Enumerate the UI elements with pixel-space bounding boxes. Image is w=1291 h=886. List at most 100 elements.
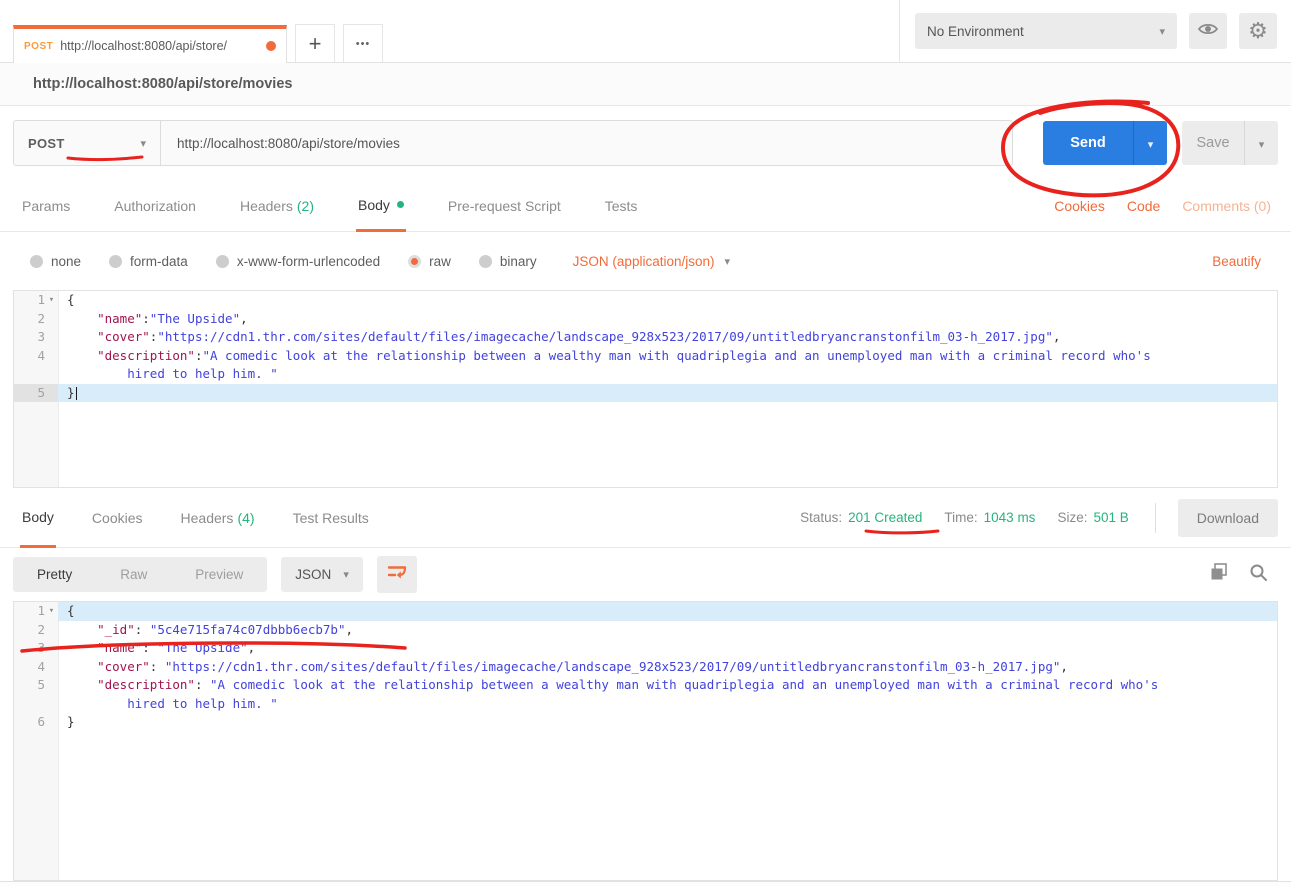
view-pretty[interactable]: Pretty xyxy=(13,557,96,592)
chevron-down-icon: ▾ xyxy=(343,568,349,581)
response-tab-test-results[interactable]: Test Results xyxy=(291,488,371,547)
view-raw[interactable]: Raw xyxy=(96,557,171,592)
method-select[interactable]: POST ▾ xyxy=(14,121,161,165)
response-view-switch: Pretty Raw Preview xyxy=(13,557,267,592)
request-builder: POST ▾ http://localhost:8080/api/store/m… xyxy=(0,106,1291,180)
save-button-group: Save ▾ xyxy=(1182,121,1278,165)
gear-icon: ⚙ xyxy=(1248,20,1268,42)
time-label: Time: xyxy=(944,510,977,525)
response-tools xyxy=(1210,563,1278,587)
send-button[interactable]: Send xyxy=(1043,121,1133,165)
fold-caret-icon[interactable]: ▾ xyxy=(45,291,58,310)
line-number: 6 xyxy=(14,713,58,732)
response-status-cluster: Status: 201 Created Time: 1043 ms Size: … xyxy=(800,499,1278,537)
body-type-none[interactable]: none xyxy=(30,254,81,269)
search-button[interactable] xyxy=(1249,563,1268,587)
send-options-button[interactable]: ▾ xyxy=(1133,121,1167,165)
fold-caret-icon[interactable]: ▾ xyxy=(45,602,58,621)
fold-spacer xyxy=(45,365,58,384)
radio-icon xyxy=(216,255,229,268)
body-type-raw[interactable]: raw xyxy=(408,254,451,269)
ellipsis-icon: ••• xyxy=(356,38,371,50)
tab-pre-request-script[interactable]: Pre-request Script xyxy=(446,180,563,231)
fold-spacer xyxy=(45,328,58,347)
line-number: 4 xyxy=(14,347,58,366)
url-input[interactable]: http://localhost:8080/api/store/movies xyxy=(161,121,1012,165)
comments-link[interactable]: Comments (0) xyxy=(1182,198,1271,214)
tab-headers[interactable]: Headers (2) xyxy=(238,180,316,231)
line-number: 5 xyxy=(14,384,58,403)
size-label: Size: xyxy=(1057,510,1087,525)
response-header: Body Cookies Headers (4) Test Results St… xyxy=(0,488,1291,548)
save-options-button[interactable]: ▾ xyxy=(1244,121,1278,165)
save-button[interactable]: Save xyxy=(1182,121,1244,165)
fold-spacer xyxy=(45,713,58,732)
response-tab-cookies[interactable]: Cookies xyxy=(90,488,145,547)
word-wrap-button[interactable] xyxy=(377,556,417,593)
search-icon xyxy=(1249,563,1268,587)
fold-spacer xyxy=(45,621,58,640)
code-line: 3 "name": "The Upside", xyxy=(14,639,1277,658)
status-value: 201 Created xyxy=(848,510,922,525)
body-type-x-www-form-urlencoded[interactable]: x-www-form-urlencoded xyxy=(216,254,380,269)
response-toolbar: Pretty Raw Preview JSON ▾ xyxy=(0,548,1291,601)
line-number: 4 xyxy=(14,658,58,677)
beautify-link[interactable]: Beautify xyxy=(1212,254,1261,269)
environment-select[interactable]: No Environment ▾ xyxy=(915,13,1177,49)
breadcrumb: http://localhost:8080/api/store/movies xyxy=(33,76,292,92)
request-links: Cookies Code Comments (0) xyxy=(1054,180,1271,231)
url-group: POST ▾ http://localhost:8080/api/store/m… xyxy=(13,120,1013,166)
code-line: 4 "description":"A comedic look at the r… xyxy=(14,347,1277,366)
request-tabs: Params Authorization Headers (2) Body Pr… xyxy=(0,180,1291,232)
view-preview[interactable]: Preview xyxy=(171,557,267,592)
line-number: 3 xyxy=(14,639,58,658)
environment-area: No Environment ▾ ⚙ xyxy=(899,0,1291,62)
code-line: 5 "description": "A comedic look at the … xyxy=(14,676,1277,695)
response-tab-body[interactable]: Body xyxy=(20,488,56,548)
tab-params[interactable]: Params xyxy=(20,180,72,231)
body-type-form-data[interactable]: form-data xyxy=(109,254,188,269)
content-type-select[interactable]: JSON (application/json) ▾ xyxy=(573,254,730,269)
request-tab[interactable]: POST http://localhost:8080/api/store/ xyxy=(13,25,287,63)
fold-spacer xyxy=(45,676,58,695)
line-number: 3 xyxy=(14,328,58,347)
code-line: 6} xyxy=(14,713,1277,732)
unsaved-changes-dot-icon xyxy=(266,41,276,51)
request-body-editor[interactable]: 1▾{2 "name":"The Upside",3 "cover":"http… xyxy=(13,290,1278,488)
environment-quick-look-button[interactable] xyxy=(1189,13,1227,49)
response-body-editor[interactable]: 1▾{2 "_id": "5c4e715fa74c07dbbb6ecb7b",3… xyxy=(13,601,1278,881)
new-tab-button[interactable]: + xyxy=(295,24,335,62)
radio-icon xyxy=(30,255,43,268)
text-cursor xyxy=(76,387,78,400)
response-format-select[interactable]: JSON ▾ xyxy=(281,557,363,592)
code-link[interactable]: Code xyxy=(1127,198,1160,214)
tab-url-label: http://localhost:8080/api/store/ xyxy=(60,39,258,53)
copy-button[interactable] xyxy=(1210,563,1229,587)
response-tabs: Body Cookies Headers (4) Test Results xyxy=(20,488,405,547)
tab-tests[interactable]: Tests xyxy=(603,180,640,231)
radio-icon xyxy=(109,255,122,268)
cookies-link[interactable]: Cookies xyxy=(1054,198,1105,214)
line-number xyxy=(14,695,58,714)
more-tabs-button[interactable]: ••• xyxy=(343,24,383,62)
tab-authorization[interactable]: Authorization xyxy=(112,180,198,231)
settings-button[interactable]: ⚙ xyxy=(1239,13,1277,49)
line-number: 1▾ xyxy=(14,602,58,621)
code-line: 1▾{ xyxy=(14,602,1277,621)
size-value: 501 B xyxy=(1093,510,1128,525)
download-button[interactable]: Download xyxy=(1178,499,1278,537)
line-number: 2 xyxy=(14,310,58,329)
fold-spacer xyxy=(45,384,58,403)
copy-icon xyxy=(1210,563,1229,587)
status-label: Status: xyxy=(800,510,842,525)
line-number: 2 xyxy=(14,621,58,640)
body-type-binary[interactable]: binary xyxy=(479,254,537,269)
code-line: 4 "cover": "https://cdn1.thr.com/sites/d… xyxy=(14,658,1277,677)
environment-label: No Environment xyxy=(927,24,1159,39)
radio-selected-icon xyxy=(408,255,421,268)
fold-spacer xyxy=(45,695,58,714)
tab-body[interactable]: Body xyxy=(356,180,406,232)
code-line: 3 "cover":"https://cdn1.thr.com/sites/de… xyxy=(14,328,1277,347)
response-tab-headers[interactable]: Headers (4) xyxy=(179,488,257,547)
fold-spacer xyxy=(45,639,58,658)
